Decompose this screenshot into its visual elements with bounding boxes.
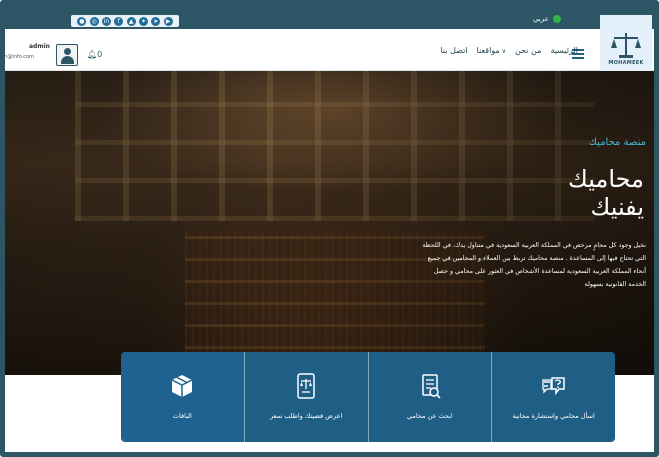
avatar[interactable] (56, 44, 78, 66)
youtube-icon[interactable]: ▶ (163, 16, 173, 26)
language-switcher[interactable]: عربي (533, 15, 561, 23)
logo-wordmark: MOHAMEEK (608, 60, 644, 66)
scales-of-justice-icon (611, 33, 641, 58)
nav-home[interactable]: الرئيسية (550, 46, 578, 55)
service-ask-lawyer-label: اسأل محامي واستشارة مجانية (512, 412, 595, 420)
site-header: MOHAMEEK الرئيسية من نحن مواقعنا اتصل بن… (5, 15, 654, 71)
hero-eyebrow: منصة محاميك (588, 137, 646, 148)
hero-title: محاميك يفنيك (444, 165, 644, 221)
hero-overlay (5, 71, 654, 375)
facebook-icon[interactable]: f (114, 16, 124, 26)
hero-description: نخيل وجود كل محامٍ مرخص في المملكة العرب… (422, 242, 646, 288)
case-document-icon (297, 373, 315, 399)
notifications[interactable]: 🔔︎0 (87, 50, 102, 59)
package-box-icon (172, 375, 193, 397)
hero-title-line1: محاميك (568, 165, 644, 193)
language-label[interactable]: عربي (533, 15, 549, 23)
hero-title-line2: يفنيك (590, 193, 644, 221)
nav-contact[interactable]: اتصل بنا (440, 46, 467, 55)
nav-about[interactable]: من نحن (515, 46, 541, 55)
services-bar: اسأل محامي واستشارة مجانية ابحث عن محامي (121, 352, 615, 442)
main-nav: الرئيسية من نحن مواقعنا اتصل بنا (440, 46, 578, 55)
notification-count: 0 (97, 50, 103, 59)
app-frame: ● ◎ in f ▲ ✦ ➤ ▶ عربي MOHAMEEK الرئيسية … (0, 0, 659, 457)
service-present-case-label: اعرض قضيتك واطلب سعر (269, 412, 343, 420)
search-lawyer-icon (422, 374, 441, 399)
social-links: ● ◎ in f ▲ ✦ ➤ ▶ (71, 15, 179, 27)
user-email: ph@info.com (1, 54, 34, 60)
telegram-icon[interactable]: ➤ (151, 16, 161, 26)
top-bar: ● ◎ in f ▲ ✦ ➤ ▶ عربي (5, 5, 654, 29)
instagram-icon[interactable]: ◎ (89, 16, 99, 26)
service-find-lawyer-label: ابحث عن محامي (407, 412, 453, 420)
nav-locations[interactable]: مواقعنا (477, 46, 507, 55)
language-flag-icon (552, 15, 561, 23)
chat-question-icon (541, 377, 565, 396)
snapchat-icon[interactable]: ▲ (126, 16, 136, 26)
service-packages-label: الباقات (172, 412, 192, 420)
service-ask-lawyer[interactable]: اسأل محامي واستشارة مجانية (491, 352, 615, 442)
linkedin-icon[interactable]: in (101, 16, 111, 26)
twitter-icon[interactable]: ✦ (138, 16, 148, 26)
bell-icon: 🔔︎ (87, 50, 98, 59)
whatsapp-icon[interactable]: ● (77, 16, 87, 26)
service-present-case[interactable]: اعرض قضيتك واطلب سعر (243, 352, 368, 442)
service-packages[interactable]: الباقات (121, 352, 244, 442)
hero-section: منصة محاميك محاميك يفنيك نخيل وجود كل مح… (5, 71, 654, 375)
user-name: admin (29, 43, 50, 50)
service-find-lawyer[interactable]: ابحث عن محامي (367, 352, 492, 442)
site-logo[interactable]: MOHAMEEK (600, 15, 652, 71)
